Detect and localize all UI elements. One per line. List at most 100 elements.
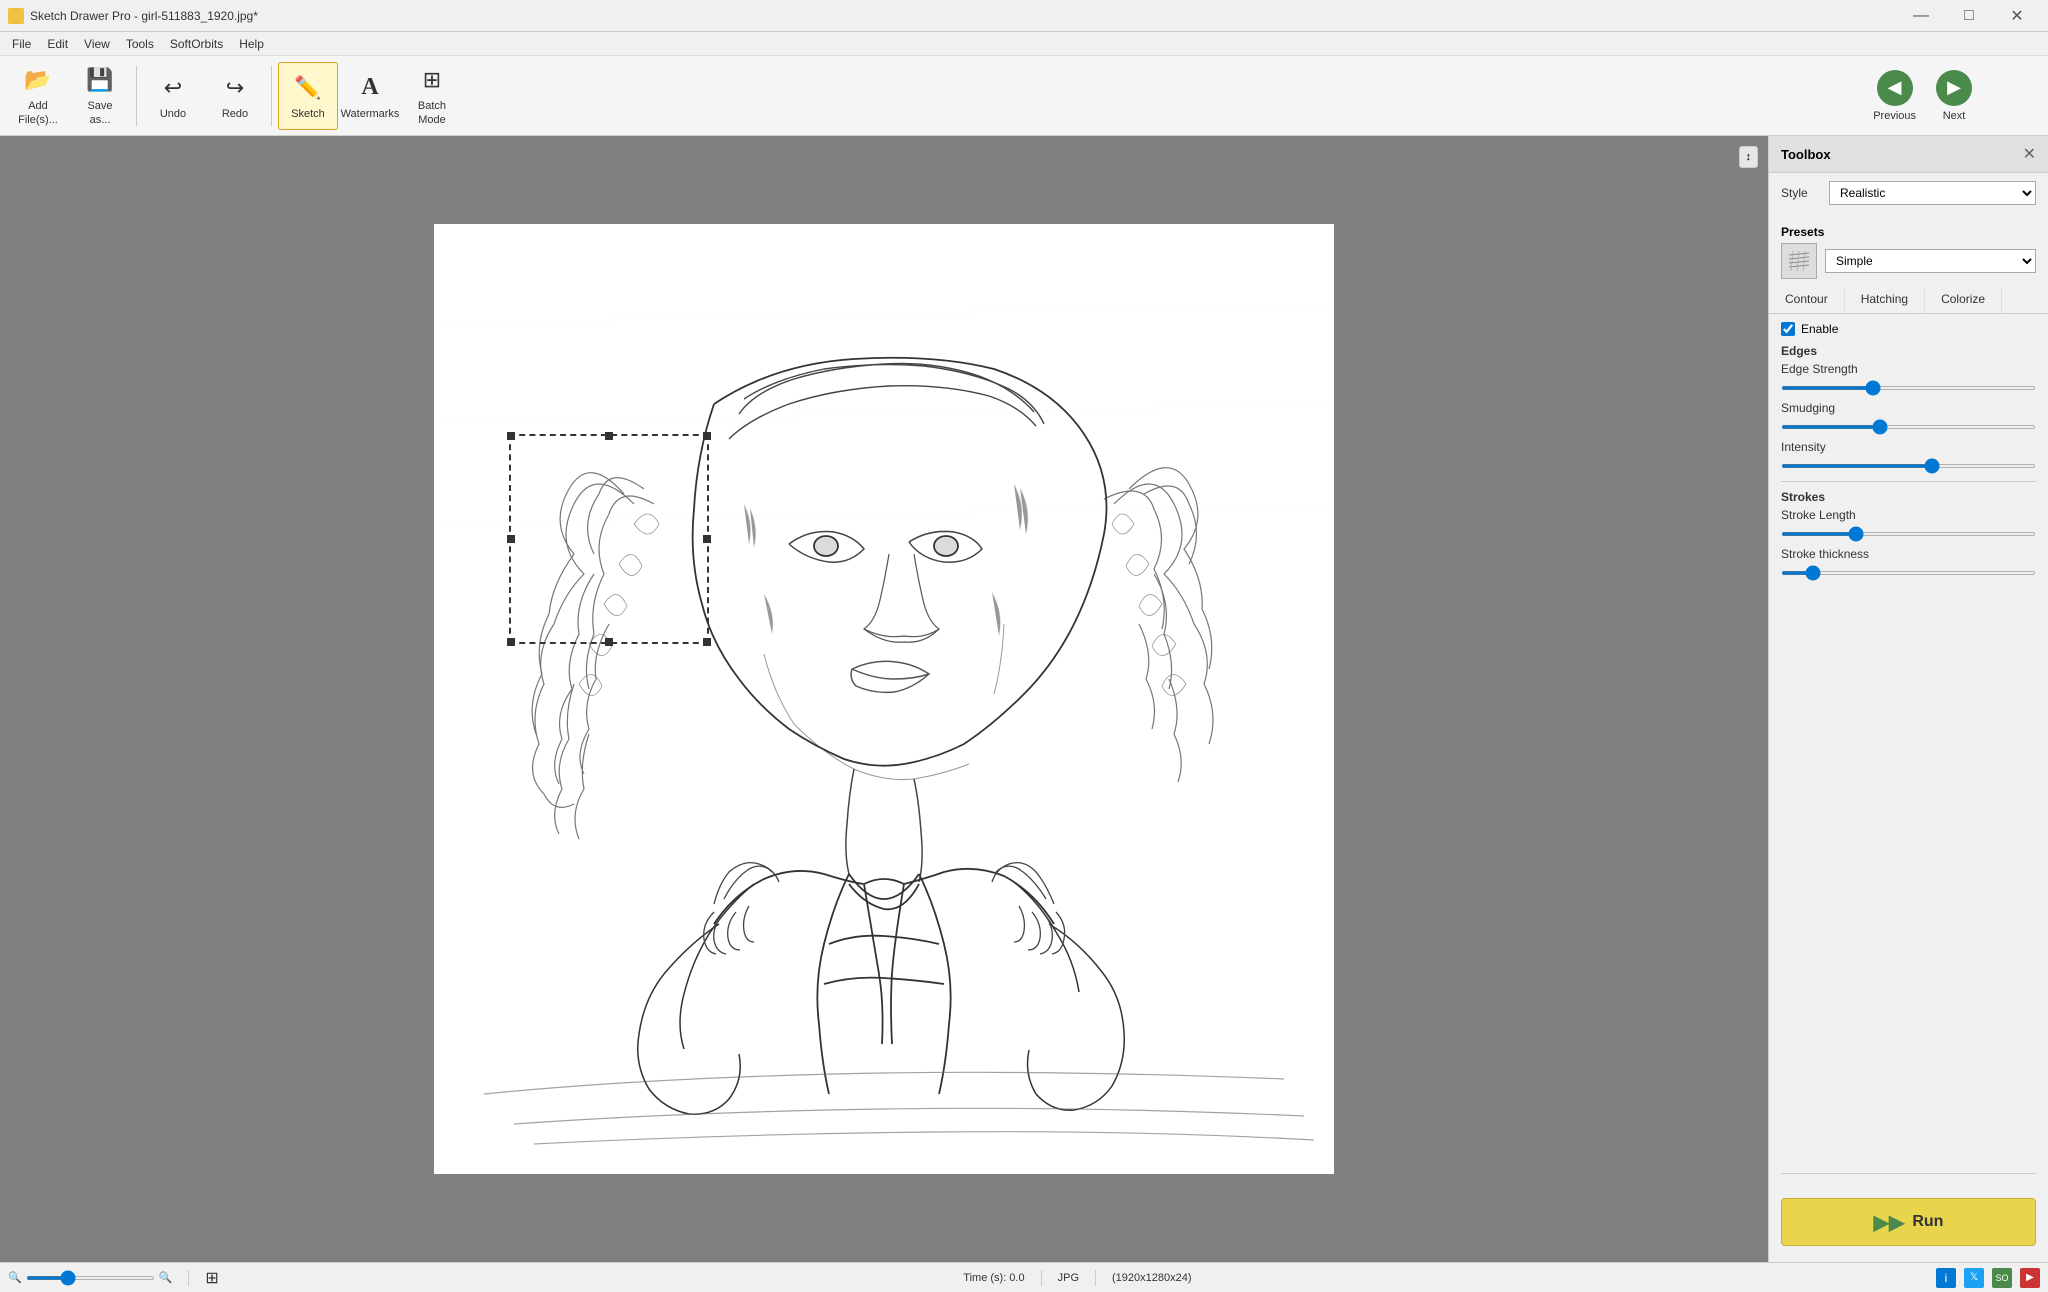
save-as-icon: 💾 bbox=[84, 64, 116, 96]
stroke-length-row: Stroke Length bbox=[1769, 506, 2048, 545]
run-section: ▶▶ Run bbox=[1769, 1182, 2048, 1262]
undo-label: Undo bbox=[160, 108, 186, 120]
tab-contour[interactable]: Contour bbox=[1769, 287, 1845, 313]
smudging-slider[interactable] bbox=[1781, 425, 2036, 429]
style-row: Style Realistic bbox=[1781, 181, 2036, 205]
next-label: Next bbox=[1943, 110, 1966, 122]
sketch-image bbox=[434, 224, 1334, 1174]
run-button[interactable]: ▶▶ Run bbox=[1781, 1198, 2036, 1246]
main-area: ↕ Toolbox ✕ Style Realistic Presets bbox=[0, 136, 2048, 1262]
window-title: Sketch Drawer Pro - girl-511883_1920.jpg… bbox=[30, 9, 258, 23]
smudging-row: Smudging bbox=[1769, 399, 2048, 438]
toolbar-separator-2 bbox=[271, 66, 272, 126]
intensity-row: Intensity bbox=[1769, 438, 2048, 477]
style-label: Style bbox=[1781, 186, 1821, 200]
next-icon: ▶ bbox=[1936, 70, 1972, 106]
batch-mode-icon: ⊞ bbox=[416, 64, 448, 96]
status-icon-info[interactable]: i bbox=[1936, 1268, 1956, 1288]
enable-label: Enable bbox=[1801, 322, 1838, 336]
toolbox-title: Toolbox bbox=[1781, 147, 1831, 162]
tabs-row: Contour Hatching Colorize bbox=[1769, 287, 2048, 314]
status-mode-icon: ⊞ bbox=[205, 1268, 218, 1288]
spacer bbox=[1769, 584, 2048, 1165]
status-separator-1 bbox=[188, 1270, 189, 1286]
edge-strength-label: Edge Strength bbox=[1781, 362, 2036, 376]
tab-hatching[interactable]: Hatching bbox=[1845, 287, 1925, 313]
stroke-length-label: Stroke Length bbox=[1781, 508, 2036, 522]
sketch-label: Sketch bbox=[291, 108, 325, 120]
strokes-section-title: Strokes bbox=[1769, 486, 2048, 506]
redo-button[interactable]: ↪ Redo bbox=[205, 62, 265, 130]
menu-tools[interactable]: Tools bbox=[118, 35, 162, 53]
stroke-thickness-slider[interactable] bbox=[1781, 571, 2036, 575]
menu-file[interactable]: File bbox=[4, 35, 39, 53]
edges-section-title: Edges bbox=[1769, 340, 2048, 360]
watermarks-button[interactable]: A Watermarks bbox=[340, 62, 400, 130]
sketch-icon: ✏️ bbox=[292, 72, 324, 104]
previous-icon: ◀ bbox=[1877, 70, 1913, 106]
title-bar-controls: — □ ✕ bbox=[1898, 1, 2040, 31]
zoom-min-icon: 🔍 bbox=[8, 1271, 22, 1284]
minimize-button[interactable]: — bbox=[1898, 1, 1944, 31]
run-label: Run bbox=[1912, 1213, 1943, 1231]
previous-label: Previous bbox=[1873, 110, 1916, 122]
run-arrow-icon: ▶▶ bbox=[1874, 1210, 1905, 1235]
save-as-button[interactable]: 💾 Saveas... bbox=[70, 62, 130, 130]
status-separator-2 bbox=[1041, 1270, 1042, 1286]
watermarks-label: Watermarks bbox=[341, 108, 400, 120]
maximize-button[interactable]: □ bbox=[1946, 1, 1992, 31]
edge-strength-slider[interactable] bbox=[1781, 386, 2036, 390]
status-icon-twitter[interactable]: 𝕏 bbox=[1964, 1268, 1984, 1288]
status-separator-3 bbox=[1095, 1270, 1096, 1286]
watermarks-icon: A bbox=[354, 72, 386, 104]
toolbar: 📂 AddFile(s)... 💾 Saveas... ↩ Undo ↪ Red… bbox=[0, 56, 2048, 136]
zoom-slider[interactable] bbox=[26, 1276, 155, 1280]
sketch-canvas[interactable] bbox=[434, 224, 1334, 1174]
redo-icon: ↪ bbox=[219, 72, 251, 104]
smudging-label: Smudging bbox=[1781, 401, 2036, 415]
next-button[interactable]: ▶ Next bbox=[1928, 66, 1980, 126]
status-icon-softorbits[interactable]: SO bbox=[1992, 1268, 2012, 1288]
undo-button[interactable]: ↩ Undo bbox=[143, 62, 203, 130]
presets-section: Simple bbox=[1769, 239, 2048, 287]
toolbox-panel: Toolbox ✕ Style Realistic Presets bbox=[1768, 136, 2048, 1262]
canvas-area[interactable]: ↕ bbox=[0, 136, 1768, 1262]
style-section: Style Realistic bbox=[1769, 173, 2048, 221]
enable-checkbox[interactable] bbox=[1781, 322, 1795, 336]
intensity-slider[interactable] bbox=[1781, 464, 2036, 468]
preset-icon bbox=[1781, 243, 1817, 279]
menu-softorbits[interactable]: SoftOrbits bbox=[162, 35, 231, 53]
batch-mode-button[interactable]: ⊞ BatchMode bbox=[402, 62, 462, 130]
nav-section: ◀ Previous ▶ Next bbox=[1865, 66, 1980, 126]
toolbox-header: Toolbox ✕ bbox=[1769, 136, 2048, 173]
edge-strength-row: Edge Strength bbox=[1769, 360, 2048, 399]
menu-help[interactable]: Help bbox=[231, 35, 272, 53]
presets-select[interactable]: Simple bbox=[1825, 249, 2036, 273]
stroke-thickness-row: Stroke thickness bbox=[1769, 545, 2048, 584]
zoom-max-icon: 🔍 bbox=[159, 1271, 173, 1284]
strokes-divider bbox=[1781, 481, 2036, 482]
stroke-thickness-label: Stroke thickness bbox=[1781, 547, 2036, 561]
status-time: Time (s): 0.0 bbox=[963, 1272, 1024, 1284]
close-button[interactable]: ✕ bbox=[1994, 1, 2040, 31]
style-select[interactable]: Realistic bbox=[1829, 181, 2036, 205]
previous-button[interactable]: ◀ Previous bbox=[1865, 66, 1924, 126]
save-as-label: Saveas... bbox=[87, 100, 112, 126]
presets-label: Presets bbox=[1769, 221, 2048, 239]
status-dimensions: (1920x1280x24) bbox=[1112, 1272, 1192, 1284]
menu-bar: File Edit View Tools SoftOrbits Help bbox=[0, 32, 2048, 56]
menu-edit[interactable]: Edit bbox=[39, 35, 76, 53]
status-format: JPG bbox=[1058, 1272, 1079, 1284]
menu-view[interactable]: View bbox=[76, 35, 118, 53]
scroll-icon: ↕ bbox=[1746, 151, 1752, 163]
sketch-button[interactable]: ✏️ Sketch bbox=[278, 62, 338, 130]
enable-row: Enable bbox=[1769, 314, 2048, 340]
add-files-button[interactable]: 📂 AddFile(s)... bbox=[8, 62, 68, 130]
status-bar: 🔍 🔍 ⊞ Time (s): 0.0 JPG (1920x1280x24) i… bbox=[0, 1262, 2048, 1292]
status-icon-youtube[interactable]: ▶ bbox=[2020, 1268, 2040, 1288]
zoom-controls: 🔍 🔍 bbox=[8, 1271, 172, 1284]
tab-colorize[interactable]: Colorize bbox=[1925, 287, 2002, 313]
nav-buttons: ◀ Previous ▶ Next bbox=[1865, 66, 1980, 126]
stroke-length-slider[interactable] bbox=[1781, 532, 2036, 536]
toolbox-close-button[interactable]: ✕ bbox=[2023, 144, 2036, 164]
